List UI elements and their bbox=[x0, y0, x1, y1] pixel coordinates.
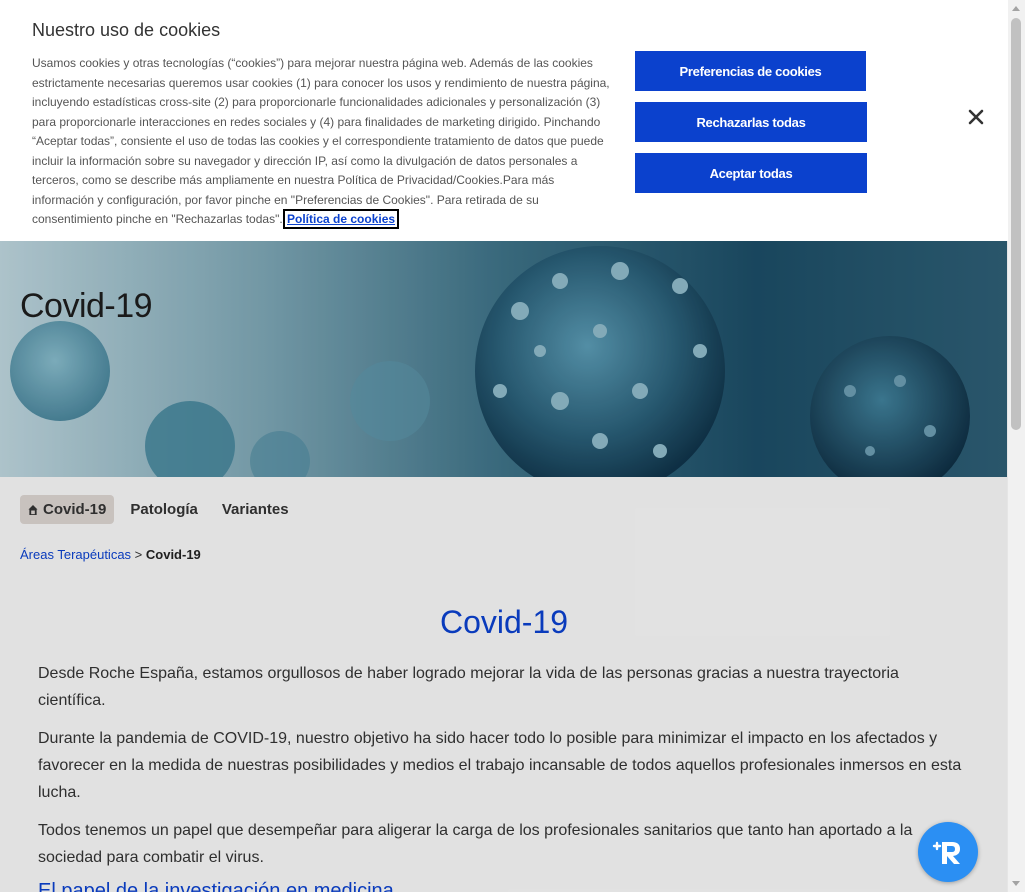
page-title: Covid-19 bbox=[439, 604, 569, 640]
scroll-up-arrow-icon[interactable] bbox=[1012, 6, 1020, 11]
breadcrumb-separator: > bbox=[134, 547, 143, 562]
cookie-banner: Nuestro uso de cookies Usamos cookies y … bbox=[0, 0, 1008, 241]
hero-banner bbox=[0, 241, 1008, 477]
close-icon[interactable] bbox=[966, 107, 986, 127]
scrollbar-thumb[interactable] bbox=[1011, 18, 1021, 430]
breadcrumb: Áreas Terapéuticas > Covid-19 bbox=[20, 547, 201, 562]
scroll-down-arrow-icon[interactable] bbox=[1012, 881, 1020, 886]
accessibility-widget-icon bbox=[932, 841, 960, 864]
reject-all-button[interactable]: Rechazarlas todas bbox=[635, 102, 867, 142]
cookie-preferences-button[interactable]: Preferencias de cookies bbox=[635, 51, 866, 91]
cookie-banner-title: Nuestro uso de cookies bbox=[32, 20, 221, 40]
cookie-policy-link[interactable]: Política de cookies bbox=[283, 209, 400, 229]
breadcrumb-link-areas[interactable]: Áreas Terapéuticas bbox=[20, 547, 131, 562]
hero-title: Covid-19 bbox=[20, 287, 153, 325]
research-link[interactable]: El papel de la investigación en medicina bbox=[38, 880, 394, 892]
accessibility-widget-button[interactable] bbox=[918, 822, 978, 882]
tab-variantes[interactable]: Variantes bbox=[214, 495, 297, 524]
tab-covid-19[interactable]: Covid-19 bbox=[20, 495, 115, 524]
breadcrumb-current: Covid-19 bbox=[145, 547, 201, 562]
scrollbar[interactable] bbox=[1007, 0, 1025, 892]
accept-all-button[interactable]: Aceptar todas bbox=[635, 153, 867, 193]
pandemic-paragraph: Durante la pandemia de COVID-19, nuestro… bbox=[38, 730, 962, 801]
cookie-banner-text: Usamos cookies y otras tecnologías (“coo… bbox=[32, 54, 610, 230]
intro-paragraph: Desde Roche España, estamos orgullosos d… bbox=[38, 665, 899, 709]
cookie-description: Usamos cookies y otras tecnologías (“coo… bbox=[32, 56, 610, 226]
tab-patologia[interactable]: Patología bbox=[122, 495, 206, 524]
virus-illustration bbox=[10, 246, 970, 477]
sub-navigation: Covid-19 Patología Variantes bbox=[20, 495, 297, 524]
tab-label: Covid-19 bbox=[43, 501, 107, 518]
role-paragraph: Todos tenemos un papel que desempeñar pa… bbox=[38, 822, 913, 866]
home-icon bbox=[28, 505, 38, 515]
